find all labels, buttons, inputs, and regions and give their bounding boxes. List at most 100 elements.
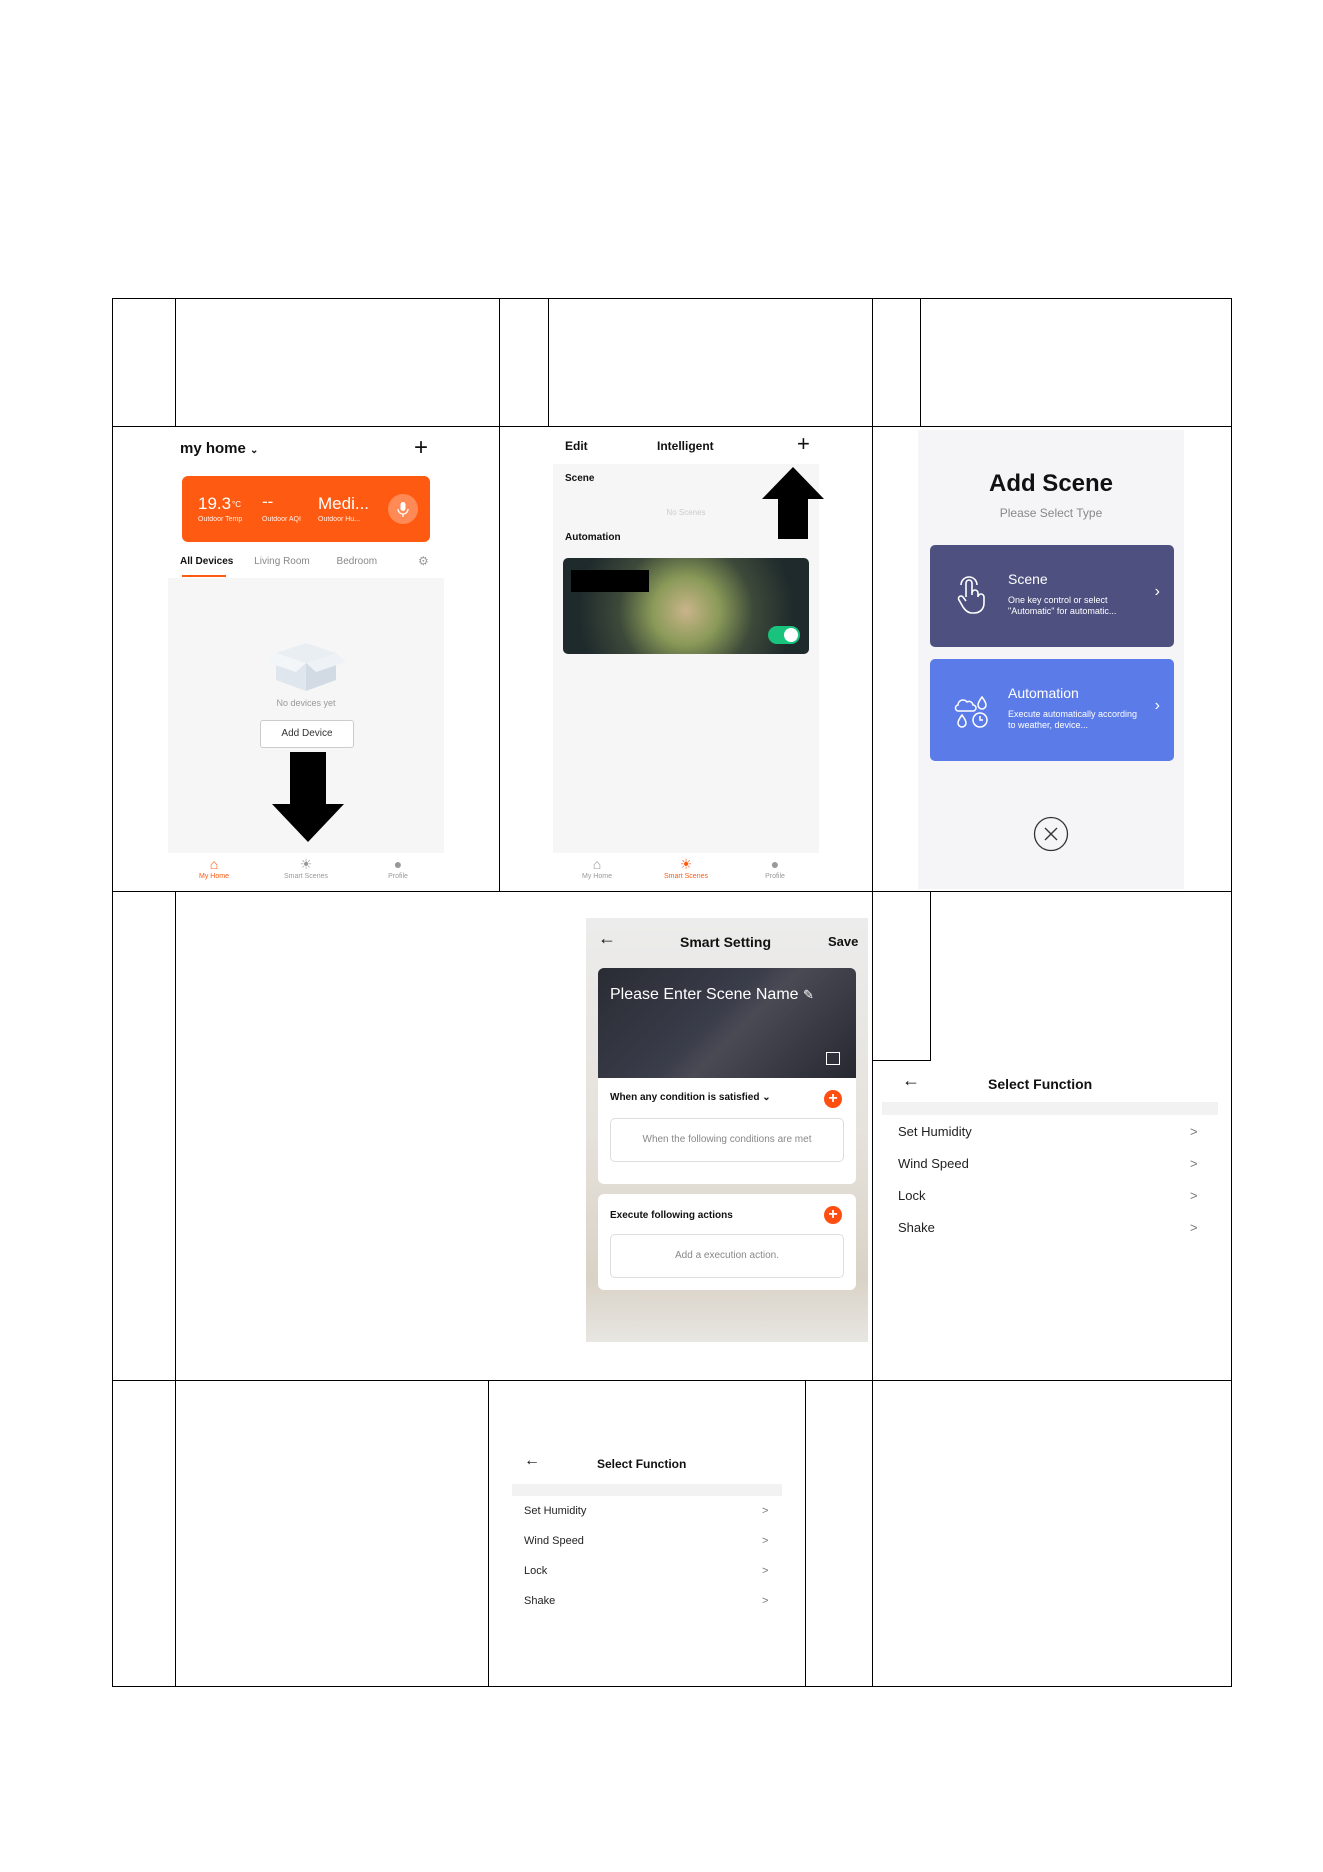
select-function-panel-bottom: ← Select Function Set Humidity > Wind Sp…: [512, 1448, 784, 1610]
outdoor-temp-label: Outdoor Temp: [198, 516, 243, 523]
chevron-right-icon: ›: [1154, 697, 1160, 714]
chevron-right-icon: >: [762, 1565, 769, 1577]
chevron-right-icon: >: [1190, 1188, 1198, 1203]
page-title: Add Scene: [988, 470, 1114, 497]
scene-cover-image[interactable]: Please Enter Scene Name ✎: [598, 968, 856, 1078]
function-item-wind-speed[interactable]: Wind Speed >: [524, 1535, 782, 1565]
chevron-right-icon: ›: [1154, 583, 1160, 600]
pencil-icon: ✎: [803, 987, 814, 1002]
nav-smart-scenes[interactable]: ☀ Smart Scenes: [641, 853, 731, 880]
nav-my-home[interactable]: ⌂ My Home: [168, 853, 260, 880]
scene-name-input[interactable]: Please Enter Scene Name ✎: [610, 986, 814, 1004]
chevron-right-icon: >: [1190, 1156, 1198, 1171]
add-device-button[interactable]: Add Device: [260, 720, 354, 748]
page-title: Intelligent: [657, 439, 714, 453]
automation-section-label: Automation: [565, 532, 621, 543]
room-tabs: All Devices Living Room Bedroom: [180, 556, 377, 567]
settings-gear-icon[interactable]: ⚙: [418, 554, 429, 568]
back-arrow-icon[interactable]: ←: [598, 928, 616, 949]
tab-living-room[interactable]: Living Room: [254, 556, 310, 567]
profile-icon: ●: [393, 856, 403, 872]
chevron-right-icon: >: [1190, 1124, 1198, 1139]
panel-title: Select Function: [988, 1076, 1093, 1092]
nav-smart-scenes[interactable]: ☀ Smart Scenes: [260, 853, 352, 880]
tab-all-devices[interactable]: All Devices: [180, 556, 233, 567]
tab-bedroom[interactable]: Bedroom: [337, 556, 378, 567]
back-arrow-icon[interactable]: ←: [902, 1070, 920, 1091]
redacted-name: [571, 570, 649, 592]
automation-type-card[interactable]: Automation Execute automatically accordi…: [930, 659, 1174, 761]
function-item-shake[interactable]: Shake >: [524, 1595, 782, 1610]
chevron-down-icon: ⌄: [762, 1092, 771, 1103]
function-item-shake[interactable]: Shake >: [898, 1220, 1216, 1246]
scene-type-card[interactable]: Scene One key control or select "Automat…: [930, 545, 1174, 647]
chevron-right-icon: >: [762, 1535, 769, 1547]
add-button[interactable]: +: [797, 433, 810, 455]
page-title: Smart Setting: [680, 934, 772, 950]
add-condition-button[interactable]: +: [824, 1090, 842, 1108]
panel-title: Select Function: [597, 1457, 687, 1471]
add-action-button[interactable]: +: [824, 1206, 842, 1224]
up-arrow-annotation: [762, 467, 824, 544]
add-button[interactable]: +: [414, 436, 428, 460]
select-function-panel-right: ← Select Function Set Humidity > Wind Sp…: [882, 1066, 1218, 1246]
home-icon: ⌂: [209, 856, 219, 872]
automation-card-description: Execute automatically according to weath…: [1008, 709, 1138, 730]
down-arrow-annotation: [272, 752, 344, 847]
page-subtitle: Please Select Type: [999, 506, 1103, 520]
function-item-set-humidity[interactable]: Set Humidity >: [524, 1505, 782, 1535]
nav-profile[interactable]: ● Profile: [352, 853, 444, 880]
chevron-right-icon: >: [762, 1505, 769, 1517]
action-input[interactable]: Add a execution action.: [610, 1234, 844, 1278]
scene-section-label: Scene: [565, 473, 595, 484]
chevron-down-icon: ⌄: [250, 445, 259, 456]
function-item-set-humidity[interactable]: Set Humidity >: [898, 1124, 1216, 1156]
image-icon[interactable]: [826, 1052, 840, 1065]
outdoor-temp-value: 19.3: [198, 494, 232, 513]
scene-card-description: One key control or select "Automatic" fo…: [1008, 595, 1117, 616]
sun-icon: ☀: [299, 856, 313, 872]
weather-card: 19.3 °C Outdoor Temp -- Outdoor AQI Medi…: [182, 476, 430, 542]
outdoor-aqi-value: --: [262, 492, 274, 511]
home-title[interactable]: my home ⌄: [180, 440, 258, 457]
automation-toggle[interactable]: [768, 626, 800, 644]
function-item-wind-speed[interactable]: Wind Speed >: [898, 1156, 1216, 1188]
actions-panel: Execute following actions + Add a execut…: [598, 1194, 856, 1290]
outdoor-humidity-value: Medi...: [318, 494, 370, 513]
condition-panel: When any condition is satisfied ⌄ + When…: [598, 1078, 856, 1184]
actions-title: Execute following actions: [610, 1210, 733, 1221]
screenshot-add-scene: Add Scene Please Select Type Scene One k…: [918, 430, 1184, 889]
scene-card-title: Scene: [1008, 571, 1048, 587]
chevron-right-icon: >: [762, 1595, 769, 1607]
edit-button[interactable]: Edit: [565, 439, 588, 453]
divider: [882, 1102, 1218, 1115]
outdoor-humidity-label: Outdoor Hu...: [318, 516, 361, 523]
profile-icon: ●: [770, 856, 780, 872]
no-devices-text: No devices yet: [276, 698, 336, 708]
home-icon: ⌂: [592, 856, 602, 872]
function-item-lock[interactable]: Lock >: [898, 1188, 1216, 1220]
outdoor-aqi-label: Outdoor AQI: [262, 516, 301, 523]
divider: [512, 1484, 782, 1496]
tap-hand-icon: [952, 575, 992, 615]
condition-input[interactable]: When the following conditions are met: [610, 1118, 844, 1162]
bottom-nav: ⌂ My Home ☀ Smart Scenes ● Profile: [168, 853, 444, 889]
sun-icon: ☀: [679, 856, 693, 872]
microphone-icon[interactable]: [388, 494, 418, 524]
weather-clock-icon: [952, 689, 992, 729]
screenshot-smart-setting: ← Smart Setting Save Please Enter Scene …: [586, 918, 868, 1342]
empty-box-icon: [266, 638, 346, 693]
chevron-right-icon: >: [1190, 1220, 1198, 1235]
bottom-nav: ⌂ My Home ☀ Smart Scenes ● Profile: [553, 853, 819, 889]
nav-profile[interactable]: ● Profile: [731, 853, 819, 880]
automation-card-title: Automation: [1008, 685, 1079, 701]
automation-card-image[interactable]: [563, 558, 809, 654]
save-button[interactable]: Save: [828, 934, 858, 949]
active-tab-indicator: [182, 575, 226, 577]
function-item-lock[interactable]: Lock >: [524, 1565, 782, 1595]
nav-my-home[interactable]: ⌂ My Home: [553, 853, 641, 880]
back-arrow-icon[interactable]: ←: [524, 1452, 540, 1470]
condition-title[interactable]: When any condition is satisfied ⌄: [610, 1092, 771, 1103]
close-icon[interactable]: [1033, 816, 1069, 857]
temp-unit: °C: [232, 500, 241, 509]
